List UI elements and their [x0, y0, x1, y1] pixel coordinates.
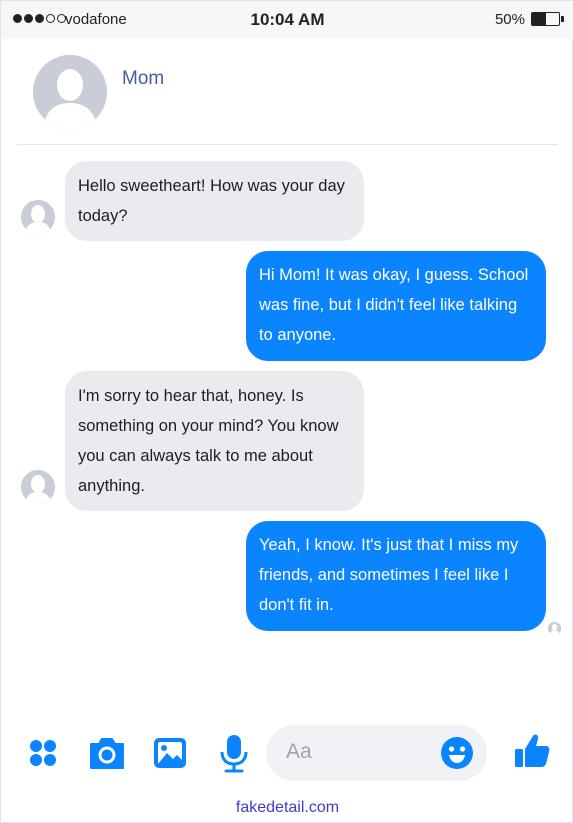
message-composer: Aa [1, 719, 573, 787]
message-input[interactable]: Aa [266, 725, 487, 781]
emoji-icon [441, 737, 473, 769]
message-bubble-outgoing[interactable]: Yeah, I know. It's just that I miss my f… [246, 521, 546, 631]
conversation-header: Mom [1, 39, 573, 145]
sender-avatar [21, 200, 55, 234]
header-divider [17, 144, 558, 145]
battery-icon [531, 12, 560, 26]
battery-percent: 50% [494, 11, 525, 28]
phone-frame: vodafone 10:04 AM 50% Mom Hello sweethea… [0, 0, 573, 823]
sender-avatar [21, 470, 55, 504]
default-person-icon [21, 470, 55, 504]
message-bubble-outgoing[interactable]: Hi Mom! It was okay, I guess. School was… [246, 251, 546, 361]
thumbs-up-icon [515, 734, 550, 767]
like-button[interactable] [512, 731, 552, 771]
camera-button[interactable] [87, 733, 127, 773]
contact-avatar[interactable] [33, 55, 107, 129]
microphone-button[interactable] [214, 733, 254, 773]
seen-indicator-avatar [548, 622, 561, 635]
battery-fill [532, 13, 546, 25]
message-bubble-incoming[interactable]: I'm sorry to hear that, honey. Is someth… [65, 371, 364, 511]
apps-button[interactable] [23, 733, 63, 773]
default-person-icon [548, 622, 561, 635]
status-bar: vodafone 10:04 AM 50% [1, 1, 573, 39]
microphone-icon [220, 735, 248, 773]
footer-link[interactable]: fakedetail.com [1, 799, 573, 817]
message-bubble-incoming[interactable]: Hello sweetheart! How was your day today… [65, 161, 364, 241]
apps-icon [30, 740, 56, 766]
emoji-button[interactable] [440, 736, 474, 770]
battery-tip [561, 16, 564, 22]
message-input-placeholder: Aa [286, 740, 312, 763]
default-person-icon [33, 55, 107, 129]
camera-icon [90, 738, 124, 769]
image-button[interactable] [150, 733, 190, 773]
image-icon [154, 738, 186, 768]
status-time: 10:04 AM [250, 10, 325, 29]
default-person-icon [21, 200, 55, 234]
contact-name[interactable]: Mom [122, 68, 164, 90]
